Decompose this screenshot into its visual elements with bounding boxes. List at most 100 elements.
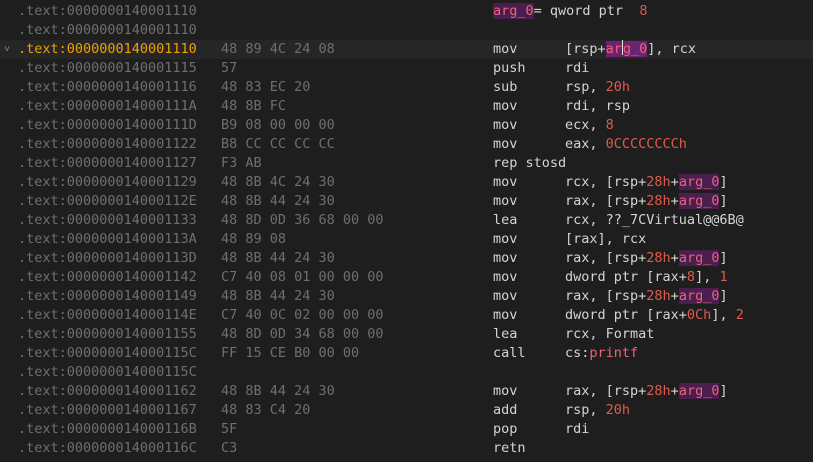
operand-variable[interactable]: ar bbox=[605, 41, 622, 57]
operand-variable[interactable]: arg_0 bbox=[678, 193, 720, 209]
address[interactable]: .text:000000014000111A bbox=[18, 97, 197, 116]
mnemonic[interactable]: mov bbox=[493, 135, 517, 154]
address[interactable]: .text:000000014000111D bbox=[18, 116, 197, 135]
operands[interactable]: rdi bbox=[565, 420, 589, 439]
listing-row[interactable]: .text:0000000140001142 C7 40 08 01 00 00 … bbox=[0, 268, 813, 287]
operand-variable[interactable]: arg_0 bbox=[678, 174, 720, 190]
operands[interactable]: rsp, 20h bbox=[565, 78, 630, 97]
mnemonic[interactable]: mov bbox=[493, 287, 517, 306]
listing-row[interactable]: .text:0000000140001162 48 8B 44 24 30 mov r… bbox=[0, 382, 813, 401]
listing-row[interactable]: .text:000000014000111D B9 08 00 00 00 mov e… bbox=[0, 116, 813, 135]
listing-row[interactable]: .text:0000000140001116 48 83 EC 20 sub rsp,… bbox=[0, 78, 813, 97]
listing-row[interactable]: .text:000000014000115C FF 15 CE B0 00 00 c… bbox=[0, 344, 813, 363]
operands[interactable]: rcx, [rsp+28h+arg_0] bbox=[565, 173, 728, 192]
operands[interactable]: [rax], rcx bbox=[565, 230, 646, 249]
address[interactable]: .text:0000000140001122 bbox=[18, 135, 197, 154]
operands[interactable]: cs:printf bbox=[565, 344, 638, 363]
mnemonic[interactable]: mov bbox=[493, 192, 517, 211]
listing-row[interactable]: .text:0000000140001110 bbox=[0, 21, 813, 40]
mnemonic[interactable]: sub bbox=[493, 78, 517, 97]
address[interactable]: .text:000000014000113D bbox=[18, 249, 197, 268]
address[interactable]: .text:0000000140001149 bbox=[18, 287, 197, 306]
listing-row[interactable]: .text:000000014000116B 5F pop rdi bbox=[0, 420, 813, 439]
operand-variable[interactable]: g_0 bbox=[622, 41, 648, 57]
mnemonic[interactable]: lea bbox=[493, 325, 517, 344]
listing-row[interactable]: .text:000000014000111A 48 8B FC mov rdi, rs… bbox=[0, 97, 813, 116]
operands[interactable]: rcx, ??_7CVirtual@@6B@ bbox=[565, 211, 744, 230]
operands[interactable]: rax, [rsp+28h+arg_0] bbox=[565, 287, 728, 306]
address[interactable]: .text:000000014000116C bbox=[18, 439, 197, 458]
mnemonic[interactable]: mov bbox=[493, 97, 517, 116]
operands[interactable]: rdi bbox=[565, 59, 589, 78]
listing-row[interactable]: .text:0000000140001110 arg_0= qword ptr 8 bbox=[0, 2, 813, 21]
mnemonic[interactable]: mov bbox=[493, 306, 517, 325]
operands[interactable]: rax, [rsp+28h+arg_0] bbox=[565, 192, 728, 211]
address[interactable]: .text:0000000140001167 bbox=[18, 401, 197, 420]
listing-row[interactable]: .text:0000000140001149 48 8B 44 24 30 mov r… bbox=[0, 287, 813, 306]
operands[interactable]: eax, 0CCCCCCCCh bbox=[565, 135, 687, 154]
operands[interactable]: rdi, rsp bbox=[565, 97, 630, 116]
stack-var-name[interactable]: arg_0 bbox=[493, 3, 534, 19]
listing-row[interactable]: .text:000000014000115C bbox=[0, 363, 813, 382]
operands[interactable]: dword ptr [rax+8], 1 bbox=[565, 268, 728, 287]
mnemonic[interactable]: mov bbox=[493, 173, 517, 192]
mnemonic[interactable]: rep stosd bbox=[493, 154, 566, 173]
mnemonic[interactable]: mov bbox=[493, 268, 517, 287]
mnemonic[interactable]: mov bbox=[493, 116, 517, 135]
operands[interactable]: rax, [rsp+28h+arg_0] bbox=[565, 382, 728, 401]
mnemonic[interactable]: add bbox=[493, 401, 517, 420]
listing-row[interactable]: .text:0000000140001155 48 8D 0D 34 68 00 … bbox=[0, 325, 813, 344]
operand-function[interactable]: printf bbox=[589, 345, 638, 361]
operand-variable[interactable]: arg_0 bbox=[678, 288, 720, 304]
listing-row[interactable]: .text:000000014000116C C3 retn bbox=[0, 439, 813, 458]
mnemonic[interactable]: lea bbox=[493, 211, 517, 230]
operands[interactable]: [rsp+arg_0], rcx bbox=[565, 40, 696, 59]
address[interactable]: .text:0000000140001127 bbox=[18, 154, 197, 173]
listing-row[interactable]: .text:0000000140001122 B8 CC CC CC CC mov e… bbox=[0, 135, 813, 154]
listing-row[interactable]: .text:000000014000113A 48 89 08 mov [rax], … bbox=[0, 230, 813, 249]
mnemonic[interactable]: mov bbox=[493, 40, 517, 59]
mnemonic[interactable]: mov bbox=[493, 249, 517, 268]
address[interactable]: .text:0000000140001142 bbox=[18, 268, 197, 287]
listing-row[interactable]: .text:0000000140001115 57 push rdi bbox=[0, 59, 813, 78]
chevron-down-icon[interactable]: ˅ bbox=[4, 40, 10, 59]
operands[interactable]: rsp, 20h bbox=[565, 401, 630, 420]
listing-row[interactable]: .text:000000014000112E 48 8B 44 24 30 mov r… bbox=[0, 192, 813, 211]
current-listing-row[interactable]: ˅ .text:0000000140001110 48 89 4C 24 08 mov… bbox=[0, 40, 813, 59]
operand-text: + bbox=[670, 174, 679, 190]
address[interactable]: .text:0000000140001110 bbox=[18, 40, 197, 59]
listing-row[interactable]: .text:0000000140001133 48 8D 0D 36 68 00 … bbox=[0, 211, 813, 230]
address[interactable]: .text:000000014000116B bbox=[18, 420, 197, 439]
operands[interactable]: rcx, Format bbox=[565, 325, 654, 344]
operands[interactable]: ecx, 8 bbox=[565, 116, 614, 135]
listing-row[interactable]: .text:0000000140001167 48 83 C4 20 add rsp,… bbox=[0, 401, 813, 420]
mnemonic[interactable]: mov bbox=[493, 230, 517, 249]
listing-row[interactable]: .text:0000000140001127 F3 AB rep stosd bbox=[0, 154, 813, 173]
address[interactable]: .text:000000014000115C bbox=[18, 363, 197, 382]
disassembly-listing[interactable]: .text:0000000140001110 arg_0= qword ptr 8… bbox=[0, 0, 813, 462]
listing-row[interactable]: .text:000000014000113D 48 8B 44 24 30 mov r… bbox=[0, 249, 813, 268]
address[interactable]: .text:0000000140001155 bbox=[18, 325, 197, 344]
address[interactable]: .text:000000014000114E bbox=[18, 306, 197, 325]
mnemonic[interactable]: push bbox=[493, 59, 526, 78]
mnemonic[interactable]: mov bbox=[493, 382, 517, 401]
address[interactable]: .text:0000000140001110 bbox=[18, 2, 197, 21]
listing-row[interactable]: .text:0000000140001129 48 8B 4C 24 30 mov r… bbox=[0, 173, 813, 192]
operands[interactable]: dword ptr [rax+0Ch], 2 bbox=[565, 306, 744, 325]
address[interactable]: .text:0000000140001116 bbox=[18, 78, 197, 97]
address[interactable]: .text:000000014000115C bbox=[18, 344, 197, 363]
address[interactable]: .text:000000014000113A bbox=[18, 230, 197, 249]
address[interactable]: .text:0000000140001110 bbox=[18, 21, 197, 40]
address[interactable]: .text:0000000140001115 bbox=[18, 59, 197, 78]
listing-row[interactable]: .text:000000014000114E C7 40 0C 02 00 00 … bbox=[0, 306, 813, 325]
operand-variable[interactable]: arg_0 bbox=[678, 250, 720, 266]
mnemonic[interactable]: call bbox=[493, 344, 526, 363]
mnemonic[interactable]: pop bbox=[493, 420, 517, 439]
address[interactable]: .text:0000000140001162 bbox=[18, 382, 197, 401]
mnemonic[interactable]: retn bbox=[493, 439, 526, 458]
operands[interactable]: rax, [rsp+28h+arg_0] bbox=[565, 249, 728, 268]
address[interactable]: .text:0000000140001133 bbox=[18, 211, 197, 230]
address[interactable]: .text:0000000140001129 bbox=[18, 173, 197, 192]
address[interactable]: .text:000000014000112E bbox=[18, 192, 197, 211]
operand-variable[interactable]: arg_0 bbox=[678, 383, 720, 399]
